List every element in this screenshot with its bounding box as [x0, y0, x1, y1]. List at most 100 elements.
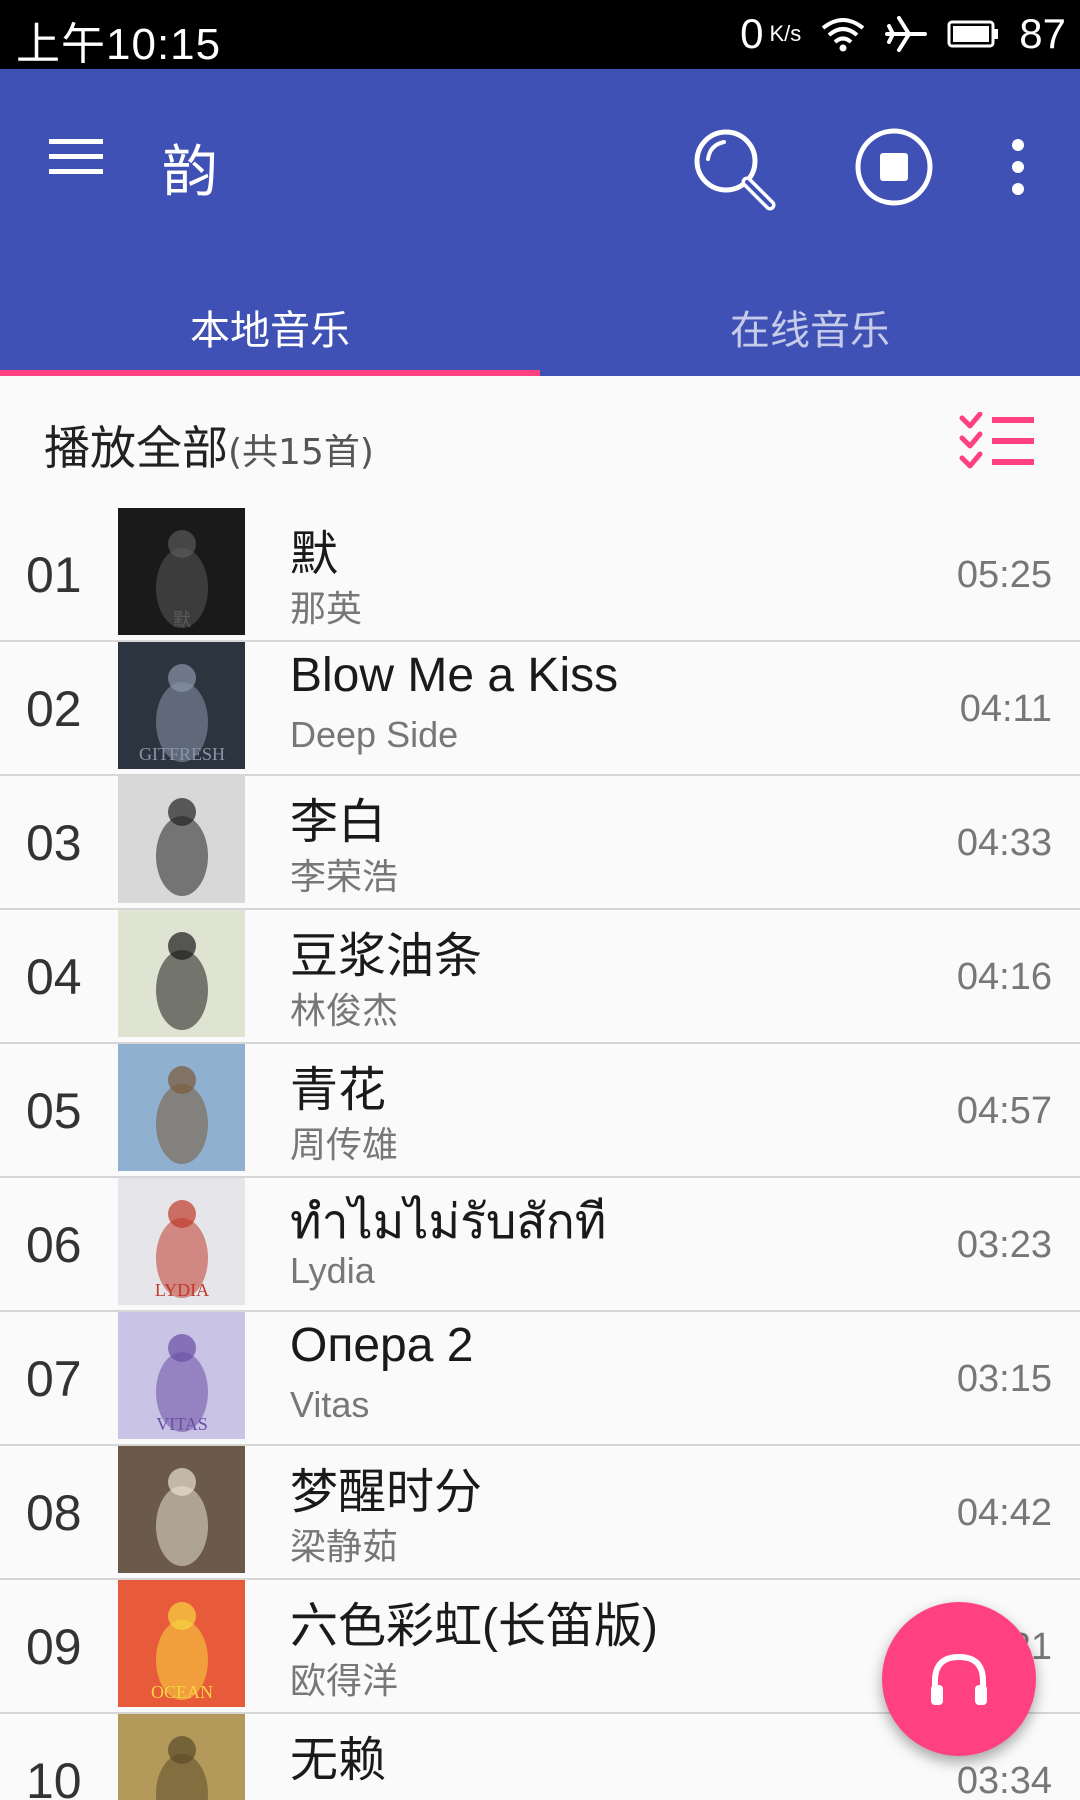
album-cover: 默 — [118, 508, 245, 635]
album-art — [156, 932, 208, 1030]
play-all-row[interactable]: 播放全部(共15首) — [0, 376, 1080, 508]
song-index: 07 — [26, 1351, 82, 1407]
song-artist: Lydia — [290, 1250, 375, 1291]
net-speed-value: 0 — [740, 10, 764, 57]
song-row[interactable]: 04 豆浆油条 林俊杰 04:16 — [0, 910, 1080, 1044]
menu-button[interactable] — [40, 121, 112, 193]
album-art: LYDIA — [155, 1200, 209, 1300]
song-artist: Vitas — [290, 1384, 370, 1425]
album-cover — [118, 1714, 245, 1800]
wifi-icon — [821, 16, 865, 52]
album-art: 默 — [156, 530, 208, 630]
song-row[interactable]: 07 VITAS Опера 2 Vitas 03:15 — [0, 1312, 1080, 1446]
song-index: 09 — [26, 1619, 82, 1675]
song-title: 默 — [290, 528, 339, 581]
tab-online-music[interactable]: 在线音乐 — [540, 278, 1080, 376]
song-title: Опера 2 — [290, 1319, 474, 1372]
battery-icon — [947, 19, 999, 49]
song-duration: 04:42 — [956, 1492, 1052, 1534]
more-options-button[interactable] — [990, 129, 1046, 209]
song-artist: 李荣浩 — [290, 856, 399, 897]
song-index: 05 — [26, 1083, 82, 1139]
song-title: ทำไมไม่รับสักที — [290, 1196, 607, 1249]
tab-local-music[interactable]: 本地音乐 — [0, 278, 540, 376]
album-art: VITAS — [156, 1334, 208, 1434]
album-cover — [118, 910, 245, 1037]
song-duration: 05:25 — [956, 554, 1052, 596]
headphones-icon — [931, 1653, 987, 1705]
song-duration: 04:57 — [956, 1090, 1052, 1132]
album-art-text: LYDIA — [155, 1280, 209, 1300]
song-artist: 周传雄 — [290, 1124, 399, 1165]
song-list: 01 默 默 那英 05:25 02 GITFRESH Blow Me a Ki… — [0, 508, 1080, 1800]
song-index: 10 — [26, 1753, 82, 1800]
album-art — [156, 798, 208, 896]
album-cover: VITAS — [118, 1312, 245, 1439]
status-time: 上午10:15 — [16, 20, 222, 69]
song-duration: 04:11 — [959, 688, 1052, 730]
album-cover: OCEAN — [118, 1580, 245, 1707]
song-row[interactable]: 06 LYDIA ทำไมไม่รับสักที Lydia 03:23 — [0, 1178, 1080, 1312]
album-cover: GITFRESH — [118, 642, 245, 769]
album-art — [156, 1468, 208, 1566]
search-button[interactable] — [690, 125, 780, 215]
stop-circle-icon — [855, 128, 933, 206]
song-title: 无赖 — [290, 1734, 387, 1787]
app-bar: 韵 本地音乐 在线音乐 — [0, 69, 1080, 376]
song-duration: 03:23 — [956, 1224, 1052, 1266]
song-index: 02 — [26, 681, 82, 737]
battery-level: 87 — [1019, 10, 1066, 57]
play-all-label: 播放全部(共15首) — [44, 412, 374, 478]
song-duration: 04:16 — [956, 956, 1052, 998]
song-index: 08 — [26, 1485, 82, 1541]
song-row[interactable]: 03 李白 李荣浩 04:33 — [0, 776, 1080, 910]
album-art — [156, 1066, 208, 1164]
song-row[interactable]: 08 梦醒时分 梁静茹 04:42 — [0, 1446, 1080, 1580]
song-title: 六色彩虹(长笛版) — [290, 1600, 658, 1653]
status-bar: 上午10:15 0 K/s 87 — [0, 0, 1080, 69]
stop-button[interactable] — [852, 125, 936, 209]
song-duration: 04:33 — [956, 822, 1052, 864]
search-icon — [694, 129, 776, 211]
now-playing-fab[interactable] — [882, 1602, 1036, 1756]
album-art-text: VITAS — [156, 1414, 208, 1434]
song-index: 04 — [26, 949, 82, 1005]
multi-select-button[interactable] — [958, 411, 1038, 476]
song-duration: 03:15 — [956, 1358, 1052, 1400]
song-index: 06 — [26, 1217, 82, 1273]
song-row[interactable]: 01 默 默 那英 05:25 — [0, 508, 1080, 642]
tab-label: 本地音乐 — [190, 308, 350, 354]
net-speed-unit: K/s — [769, 21, 802, 46]
song-row[interactable]: 05 青花 周传雄 04:57 — [0, 1044, 1080, 1178]
more-vert-icon — [1012, 139, 1024, 195]
song-index: 03 — [26, 815, 82, 871]
song-row[interactable]: 02 GITFRESH Blow Me a Kiss Deep Side 04:… — [0, 642, 1080, 776]
hamburger-menu-icon — [49, 139, 103, 174]
song-title: 豆浆油条 — [290, 930, 483, 983]
song-index: 01 — [26, 547, 82, 603]
tab-bar: 本地音乐 在线音乐 — [0, 278, 1080, 376]
song-title: 李白 — [290, 796, 387, 849]
net-speed: 0 K/s — [740, 10, 801, 58]
album-cover — [118, 1044, 245, 1171]
album-art-text: GITFRESH — [139, 744, 225, 764]
song-title: 青花 — [290, 1064, 387, 1117]
status-icons: 0 K/s 87 — [740, 8, 1066, 60]
song-artist: 林俊杰 — [290, 990, 399, 1031]
album-cover — [118, 776, 245, 903]
song-artist: 欧得洋 — [290, 1660, 399, 1701]
checklist-icon — [959, 411, 1034, 469]
album-art-text: OCEAN — [151, 1682, 213, 1702]
song-title: 梦醒时分 — [290, 1466, 483, 1519]
airplane-icon — [885, 14, 928, 54]
album-cover — [118, 1446, 245, 1573]
album-art: OCEAN — [151, 1602, 213, 1702]
song-artist: Deep Side — [290, 714, 459, 755]
tab-label: 在线音乐 — [730, 308, 890, 354]
song-title: Blow Me a Kiss — [290, 649, 619, 702]
album-cover: LYDIA — [118, 1178, 245, 1305]
song-artist: 那英 — [290, 588, 363, 629]
play-all-text: 播放全部 — [44, 421, 228, 475]
song-artist: 梁静茹 — [290, 1526, 399, 1567]
album-art: GITFRESH — [139, 664, 225, 764]
